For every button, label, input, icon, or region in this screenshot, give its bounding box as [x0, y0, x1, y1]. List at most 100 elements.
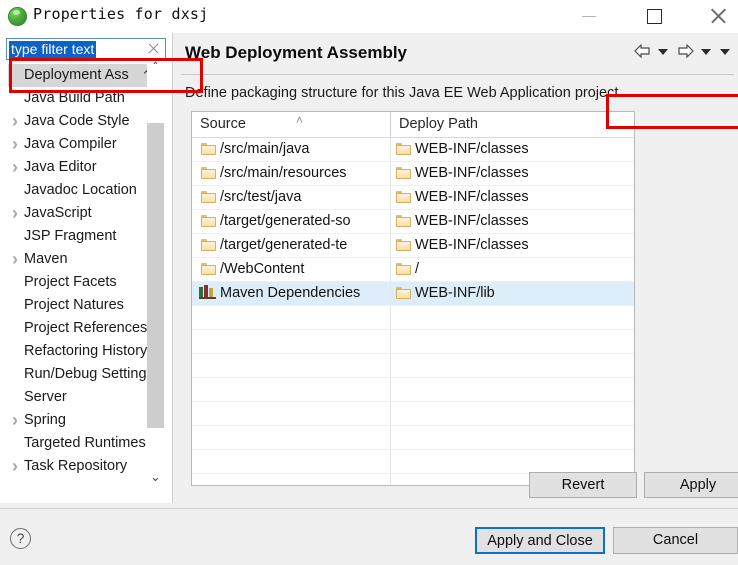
folder-icon [396, 239, 411, 251]
table-row-empty[interactable] [192, 330, 634, 354]
forward-menu-chevron-down-icon[interactable] [700, 44, 713, 58]
filter-input-wrapper[interactable]: type filter text [6, 38, 166, 60]
revert-button[interactable]: Revert [529, 472, 637, 498]
cell-source: /src/main/java [192, 138, 390, 161]
source-label: /WebContent [220, 261, 305, 277]
cell-source-empty [192, 330, 390, 353]
title-divider [181, 74, 734, 75]
cell-deploy-empty [390, 306, 634, 329]
source-label: /src/main/resources [220, 165, 347, 181]
cell-deploy-path: WEB-INF/classes [390, 234, 634, 257]
footer-divider [0, 508, 738, 509]
cell-deploy-empty [390, 402, 634, 425]
cell-source-empty [192, 378, 390, 401]
page-title: Web Deployment Assembly [185, 43, 408, 62]
folder-icon [396, 143, 411, 155]
settings-page: Web Deployment Assembly Define packaging… [173, 33, 738, 503]
folder-icon [201, 239, 216, 251]
table-row[interactable]: /src/main/resources WEB-INF/classes [192, 162, 634, 186]
chevron-right-icon[interactable] [9, 248, 21, 271]
sidebar-item-label: Spring [24, 412, 66, 428]
library-icon [199, 285, 216, 299]
sidebar-item-deployment-ass[interactable]: Deployment Ass⌃ [8, 64, 156, 87]
cell-source-empty [192, 426, 390, 449]
table-row-empty[interactable] [192, 378, 634, 402]
window-title: Properties for dxsj [33, 5, 209, 23]
cell-source: /src/test/java [192, 186, 390, 209]
filter-input[interactable]: type filter text [9, 41, 97, 58]
column-header-deploy-path[interactable]: Deploy Path [390, 112, 634, 137]
cell-source-empty [192, 306, 390, 329]
close-button[interactable] [699, 0, 738, 31]
tree-scroll-down-icon[interactable]: ⌄ [147, 468, 164, 486]
clear-filter-icon[interactable] [146, 41, 161, 57]
help-icon[interactable]: ? [10, 528, 31, 549]
source-label: /target/generated-te [220, 237, 348, 253]
tree-scrollbar-thumb[interactable] [147, 123, 164, 428]
sidebar-item-label: Java Build Path [24, 90, 125, 106]
folder-icon [201, 191, 216, 203]
folder-icon [201, 215, 216, 227]
back-menu-chevron-down-icon[interactable] [657, 44, 670, 58]
chevron-right-icon[interactable] [9, 133, 21, 156]
chevron-right-icon[interactable] [9, 455, 21, 478]
table-row-empty[interactable] [192, 426, 634, 450]
table-row[interactable]: /target/generated-te WEB-INF/classes [192, 234, 634, 258]
overflow-chevron-down-icon[interactable] [719, 44, 732, 58]
deploy-path-label: WEB-INF/classes [415, 213, 529, 229]
table-row-empty[interactable] [192, 402, 634, 426]
table-row[interactable]: /WebContent / [192, 258, 634, 282]
chevron-right-icon[interactable] [9, 110, 21, 133]
folder-icon [201, 263, 216, 275]
folder-icon [396, 287, 411, 299]
tree-vertical-scrollbar[interactable] [147, 64, 164, 483]
sidebar-item-label: Project References [24, 320, 148, 336]
cell-deploy-path: WEB-INF/classes [390, 186, 634, 209]
cell-source: /WebContent [192, 258, 390, 281]
assembly-table[interactable]: Source ˄ Deploy Path /src/main/java WEB-I… [191, 111, 635, 486]
chevron-right-icon[interactable] [9, 202, 21, 225]
table-row[interactable]: /src/test/java WEB-INF/classes [192, 186, 634, 210]
cell-deploy-empty [390, 330, 634, 353]
source-label: /src/test/java [220, 189, 302, 205]
maximize-button[interactable] [633, 0, 679, 31]
cell-deploy-path: / [390, 258, 634, 281]
cell-source: /target/generated-te [192, 234, 390, 257]
table-row[interactable]: /target/generated-so WEB-INF/classes [192, 210, 634, 234]
title-bar: Properties for dxsj [0, 0, 738, 34]
eclipse-icon [8, 7, 27, 26]
cell-source: /src/main/resources [192, 162, 390, 185]
chevron-right-icon[interactable] [9, 156, 21, 179]
sidebar-item-label: Java Compiler [24, 136, 117, 152]
folder-icon [201, 143, 216, 155]
sort-ascending-icon: ˄ [296, 113, 304, 127]
cell-deploy-path: WEB-INF/classes [390, 210, 634, 233]
arrow-left-icon[interactable] [634, 43, 651, 58]
sidebar-item-label: Targeted Runtimes [24, 435, 146, 451]
sidebar-item-label: Run/Debug Settings [24, 366, 154, 382]
minimize-button[interactable] [568, 0, 614, 31]
chevron-right-icon[interactable] [9, 409, 21, 432]
source-label: Maven Dependencies [220, 285, 361, 301]
page-description: Define packaging structure for this Java… [185, 85, 623, 101]
folder-icon [396, 263, 411, 275]
sidebar-item-label: Server [24, 389, 67, 405]
apply-and-close-button[interactable]: Apply and Close [475, 527, 605, 554]
deploy-path-label: / [415, 261, 420, 277]
table-row-empty[interactable] [192, 306, 634, 330]
cell-deploy-path: WEB-INF/classes [390, 162, 634, 185]
sidebar-item-label: Javadoc Location [24, 182, 137, 198]
table-row[interactable]: /src/main/java WEB-INF/classes [192, 138, 634, 162]
table-row-empty[interactable] [192, 450, 634, 474]
column-header-source[interactable]: Source [192, 112, 390, 137]
apply-button[interactable]: Apply [644, 472, 738, 498]
sidebar-item-label: Java Code Style [24, 113, 130, 129]
sidebar-item-label: Task Repository [24, 458, 128, 474]
arrow-right-icon[interactable] [677, 43, 694, 58]
sidebar-item-label: Deployment Ass [24, 67, 129, 83]
table-body: /src/main/java WEB-INF/classes/src/main/r… [192, 138, 634, 485]
table-row-empty[interactable] [192, 354, 634, 378]
cancel-button[interactable]: Cancel [613, 527, 738, 554]
cell-deploy-empty [390, 354, 634, 377]
table-row[interactable]: Maven Dependencies WEB-INF/lib [192, 282, 634, 306]
